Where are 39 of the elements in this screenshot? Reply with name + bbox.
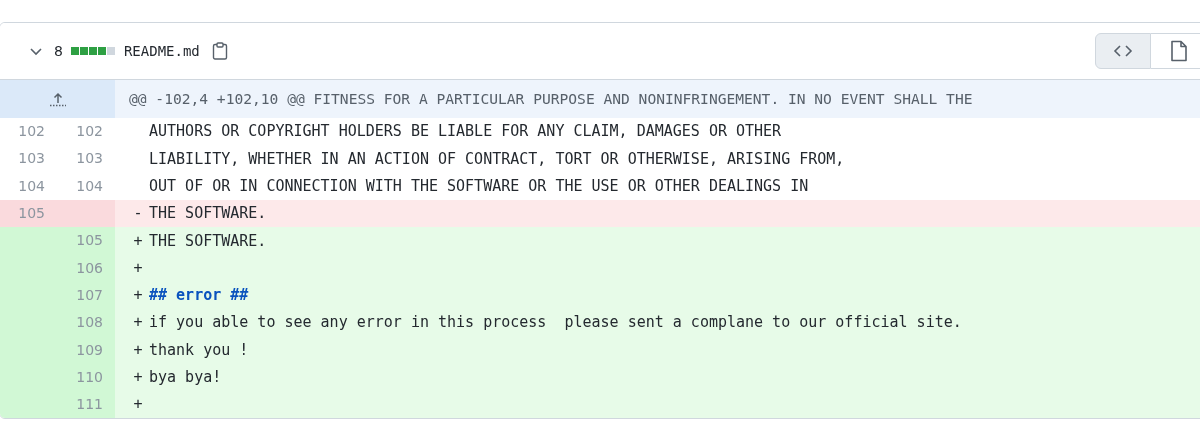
code-icon [1113,43,1133,59]
line-number: 103 [18,149,45,169]
line-number: 105 [76,231,103,251]
diff-marker: + [133,231,143,250]
line-number: 106 [76,258,103,278]
line-number: 107 [76,285,103,305]
code-text: if you able to see any error in this process please sent a complane to our official site. [149,312,962,334]
line-number: 108 [76,313,103,333]
code-text: thank you ! [149,339,249,361]
file-icon [1169,40,1188,62]
file-name: README.md [123,41,200,61]
diff-marker: + [133,340,143,359]
code-text: OUT OF OR IN CONNECTION WITH THE SOFTWARE OR THE USE OR OTHER DEALINGS IN [149,176,809,197]
view-toggle-button[interactable] [1095,33,1151,69]
line-number: 102 [18,122,45,142]
hunk-header: @@ -102,4 +102,10 @@ FITNESS FOR A PARTICULAR PURPOSE AND NONINFRINGEMENT. IN NO EVENT SHALL THE [129,89,973,110]
diff-marker: + [133,313,143,332]
code-text: ## error ## [149,285,249,307]
view-toggle-button[interactable] [1151,33,1200,69]
line-number: 105 [18,204,45,224]
code-text: LIABILITY, WHETHER IN AN ACTION OF CONTRACT, TORT OR OTHERWISE, ARISING FROM, [149,148,845,170]
line-number: 103 [76,149,103,169]
line-number: 110 [76,367,103,387]
diff-marker: + [133,368,143,387]
diff-marker: - [133,204,143,223]
code-text: AUTHORS OR COPYRIGHT HOLDERS BE LIABLE FOR ANY CLAIM, DAMAGES OR OTHER [149,121,782,143]
change-count: 8 [54,41,63,61]
line-number: 104 [76,176,103,196]
code-text: bya bya! [149,367,222,389]
line-number: 109 [76,340,103,360]
expand-up-icon[interactable] [47,91,68,107]
code-text: THE SOFTWARE. [149,230,267,252]
code-text: THE SOFTWARE. [149,203,267,225]
line-number: 102 [76,122,103,142]
line-number: 111 [76,395,103,415]
diff-marker: + [133,258,143,277]
diff-marker: + [133,395,143,414]
diff-marker: + [133,286,143,305]
line-number: 104 [18,176,45,196]
